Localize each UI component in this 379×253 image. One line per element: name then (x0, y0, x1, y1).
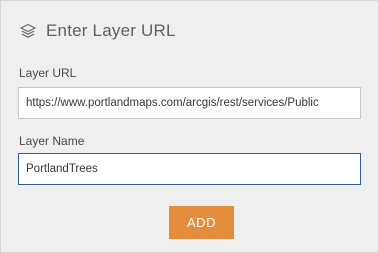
layer-name-label: Layer Name (19, 134, 85, 148)
add-button[interactable]: ADD (169, 206, 234, 239)
layer-name-input[interactable] (18, 153, 361, 185)
enter-layer-url-panel: Enter Layer URL Layer URL Layer Name ADD (0, 0, 379, 253)
panel-header: Enter Layer URL (19, 19, 176, 43)
layer-url-input[interactable] (18, 87, 361, 119)
layers-icon (19, 22, 37, 40)
panel-title: Enter Layer URL (46, 21, 176, 40)
layer-url-label: Layer URL (19, 66, 77, 80)
